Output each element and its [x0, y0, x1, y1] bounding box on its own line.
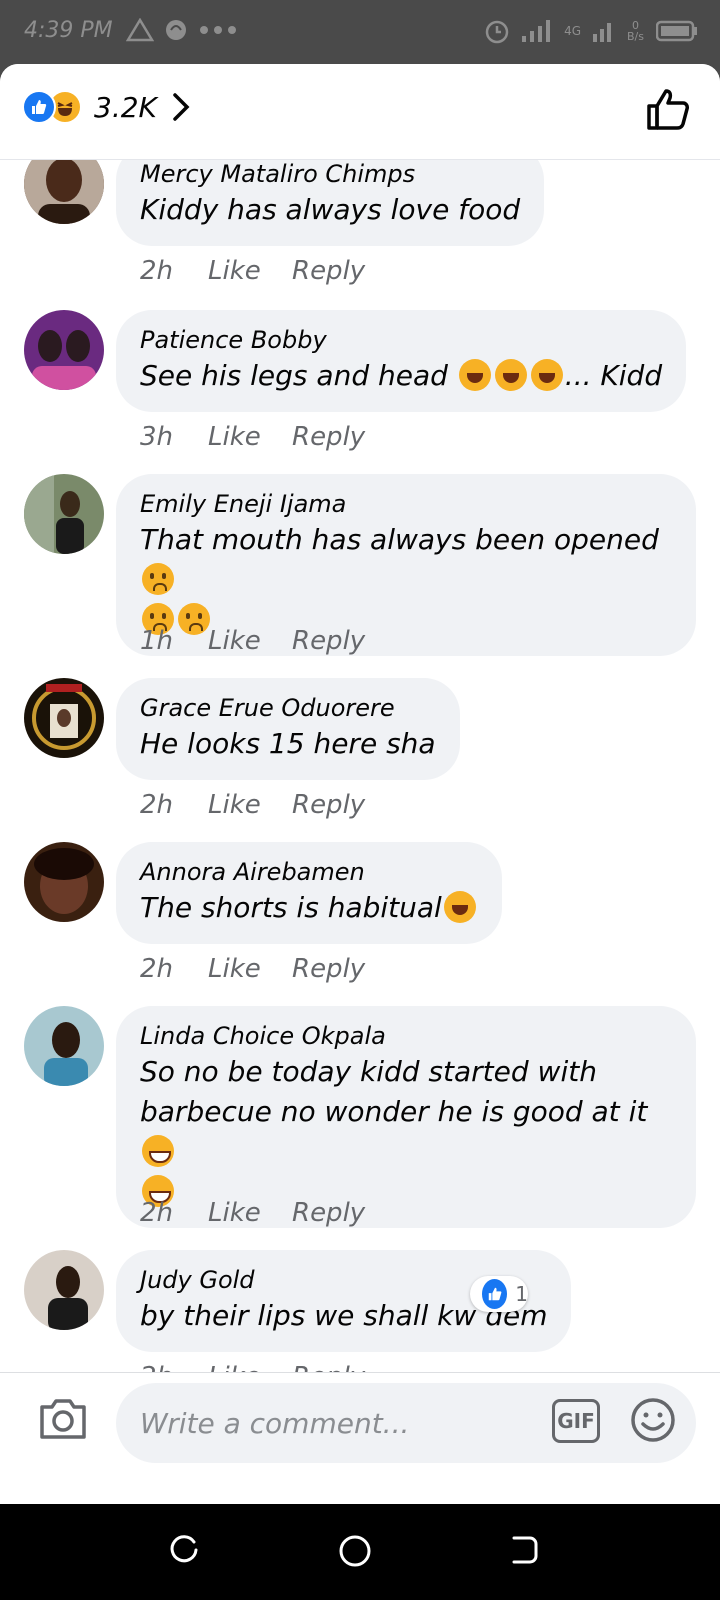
- status-left-icons: [126, 18, 238, 42]
- network-type: 4G: [564, 24, 582, 38]
- comments-sheet: 3.2K Mercy Mataliro Chimps Kiddy has alw…: [0, 64, 720, 1504]
- avatar[interactable]: [24, 1250, 104, 1330]
- rolling-laughing-emoji: [458, 359, 491, 391]
- rolling-laughing-emoji: [494, 359, 527, 391]
- comment-actions: 2h Like Reply: [140, 954, 365, 984]
- comment-bubble[interactable]: Grace Erue Oduorere He looks 15 here sha: [116, 678, 460, 780]
- avatar[interactable]: [24, 310, 104, 390]
- status-right-icons: 4G 0 B/s: [484, 18, 698, 44]
- reaction-summary[interactable]: 3.2K: [22, 90, 191, 124]
- comment-time: 2h: [140, 790, 174, 820]
- reply-button[interactable]: Reply: [292, 1198, 365, 1228]
- comment-text: See his legs and head ... Kidd: [140, 359, 663, 392]
- reply-button[interactable]: Reply: [292, 954, 365, 984]
- comment-author[interactable]: Patience Bobby: [140, 324, 662, 356]
- emoji-picker-icon[interactable]: [630, 1397, 676, 1443]
- comment-bubble[interactable]: Annora Airebamen The shorts is habitual: [116, 842, 502, 944]
- battery-icon: [656, 20, 697, 42]
- recents-button-icon[interactable]: [168, 1534, 200, 1566]
- comment-time: 3h: [140, 422, 174, 452]
- reply-button[interactable]: Reply: [292, 790, 365, 820]
- app-notification-icon: [166, 20, 186, 40]
- comment-input[interactable]: Write a comment... GIF: [116, 1383, 696, 1463]
- comments-header: 3.2K: [0, 64, 720, 160]
- worried-face-emoji: [142, 563, 174, 595]
- reply-button[interactable]: Reply: [292, 626, 365, 656]
- like-button[interactable]: Like: [208, 1198, 292, 1228]
- comment-author[interactable]: Emily Eneji Ijama: [140, 488, 672, 520]
- comment-text: That mouth has always been opened: [140, 520, 672, 640]
- comment-author[interactable]: Mercy Mataliro Chimps: [140, 160, 520, 190]
- reply-button[interactable]: Reply: [292, 256, 365, 286]
- comment-time: 2h: [140, 256, 174, 286]
- like-reaction-icon: [22, 90, 56, 124]
- comment-actions: 2h Like Reply: [140, 790, 365, 820]
- rolling-laughing-emoji: [530, 359, 563, 391]
- avatar[interactable]: [24, 678, 104, 758]
- camera-icon[interactable]: [38, 1397, 88, 1441]
- warning-icon: [126, 18, 154, 42]
- like-button[interactable]: Like: [208, 256, 292, 286]
- comment-text: So no be today kidd started with barbecue…: [140, 1052, 672, 1212]
- comment-author[interactable]: Linda Choice Okpala: [140, 1020, 672, 1052]
- reply-button[interactable]: Reply: [292, 422, 365, 452]
- comment-text: The shorts is habitual: [140, 888, 478, 928]
- comment-bubble[interactable]: Mercy Mataliro Chimps Kiddy has always l…: [116, 160, 545, 246]
- like-button[interactable]: Like: [208, 790, 292, 820]
- like-button[interactable]: Like: [208, 954, 292, 984]
- home-button-icon[interactable]: [338, 1534, 372, 1568]
- comment-text: Kiddy has always love food: [140, 193, 521, 226]
- comment-composer: Write a comment... GIF: [0, 1372, 720, 1474]
- avatar[interactable]: [24, 1006, 104, 1086]
- comment-bubble[interactable]: Linda Choice Okpala So no be today kidd …: [116, 1006, 696, 1228]
- comment-reaction-count[interactable]: 1: [470, 1276, 528, 1312]
- gif-button[interactable]: GIF: [552, 1399, 600, 1443]
- like-button[interactable]: Like: [208, 626, 292, 656]
- chevron-right-icon: [173, 93, 190, 121]
- comment-time: 1h: [140, 626, 174, 656]
- reaction-count: 3.2K: [94, 90, 157, 124]
- android-nav-bar: [0, 1504, 720, 1600]
- comment-input-placeholder: Write a comment...: [140, 1406, 410, 1440]
- back-button-icon[interactable]: [508, 1534, 540, 1566]
- avatar[interactable]: [24, 474, 104, 554]
- comment-time: 2h: [140, 1198, 174, 1228]
- like-button[interactable]: Like: [208, 422, 292, 452]
- comment-author[interactable]: Grace Erue Oduorere: [140, 692, 436, 724]
- status-bar: 4:39 PM 4G 0 B/s: [0, 0, 720, 64]
- signal-2-icon: [593, 23, 612, 42]
- comments-list: Mercy Mataliro Chimps Kiddy has always l…: [0, 160, 720, 1466]
- rolling-laughing-emoji: [443, 891, 476, 923]
- comment-actions: 3h Like Reply: [140, 422, 365, 452]
- grinning-face-emoji: [142, 1135, 174, 1167]
- comment-text: He looks 15 here sha: [140, 727, 436, 760]
- signal-icon: [522, 20, 551, 42]
- avatar[interactable]: [24, 842, 104, 922]
- comment-actions: 1h Like Reply: [140, 626, 365, 656]
- more-notifications-icon: [200, 26, 236, 34]
- reaction-number: 1: [515, 1282, 528, 1306]
- comment-author[interactable]: Annora Airebamen: [140, 856, 478, 888]
- status-time: 4:39 PM: [24, 18, 113, 43]
- alarm-icon: [485, 20, 509, 44]
- comment-actions: 2h Like Reply: [140, 1198, 365, 1228]
- comment-actions: 2h Like Reply: [140, 256, 365, 286]
- avatar[interactable]: [24, 160, 104, 224]
- comment-time: 2h: [140, 954, 174, 984]
- net-speed: 0 B/s: [627, 19, 644, 43]
- like-post-icon[interactable]: [646, 88, 690, 132]
- like-reaction-icon: [482, 1279, 508, 1309]
- comment-bubble[interactable]: Patience Bobby See his legs and head ...…: [116, 310, 687, 412]
